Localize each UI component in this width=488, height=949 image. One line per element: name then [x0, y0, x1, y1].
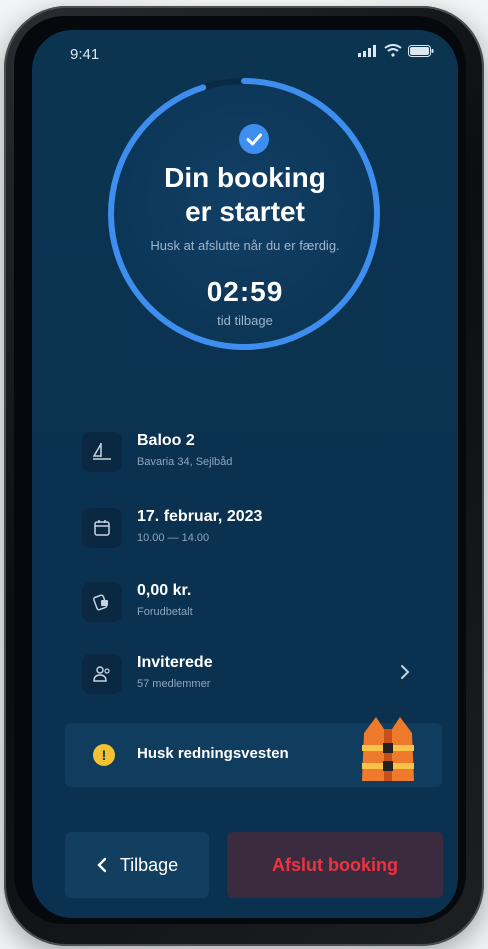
detail-title: Baloo 2 [137, 432, 195, 449]
end-booking-button[interactable]: Afslut booking [227, 832, 443, 898]
detail-boat: Baloo 2 Bavaria 34, Sejlbåd [82, 432, 412, 482]
detail-subtitle: 10.00 — 14.00 [137, 532, 210, 544]
booking-subtitle: Husk at afslutte når du er færdig. [150, 238, 340, 253]
end-booking-label: Afslut booking [272, 854, 398, 875]
detail-date: 17. februar, 2023 10.00 — 14.00 [82, 508, 412, 558]
countdown-timer: 02:59 [206, 276, 284, 307]
detail-title: 17. februar, 2023 [137, 508, 263, 525]
calendar-icon [82, 508, 122, 548]
life-vest-illustration [362, 717, 414, 781]
chevron-left-icon [97, 857, 107, 873]
booking-title-line2: er startet [185, 196, 305, 227]
boat-icon [82, 432, 122, 472]
wifi-icon [384, 44, 402, 57]
back-button[interactable]: Tilbage [65, 832, 209, 898]
signal-icon [358, 44, 376, 57]
check-icon [239, 124, 269, 154]
detail-subtitle: 57 medlemmer [137, 678, 211, 690]
detail-price: 0,00 kr. Forudbetalt [82, 582, 412, 632]
battery-icon [408, 44, 434, 57]
detail-title: Inviterede [137, 654, 213, 671]
detail-subtitle: Forudbetalt [137, 606, 193, 618]
status-time: 9:41 [70, 46, 100, 63]
detail-title: 0,00 kr. [137, 582, 192, 599]
warning-icon: ! [93, 744, 115, 766]
back-button-label: Tilbage [119, 854, 179, 875]
detail-invited[interactable]: Inviterede 57 medlemmer [82, 654, 412, 704]
status-icons [358, 44, 434, 57]
app-screen: 9:41 Din booking er startet Husk at afsl… [32, 30, 458, 918]
payment-icon [82, 582, 122, 622]
reminder-text: Husk redningsvesten [137, 745, 289, 762]
detail-subtitle: Bavaria 34, Sejlbåd [137, 456, 233, 468]
booking-title-line1: Din booking [164, 162, 326, 193]
chevron-right-icon[interactable] [398, 664, 412, 680]
countdown-label: tid tilbage [217, 313, 273, 328]
life-vest-reminder: ! Husk redningsvesten [65, 717, 442, 787]
people-icon [82, 654, 122, 694]
